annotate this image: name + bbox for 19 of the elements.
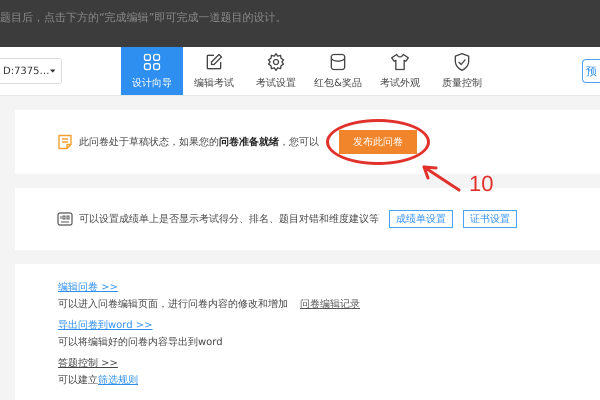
action-description: 可以建立 (58, 375, 98, 387)
action-link[interactable]: 答题控制 >> (58, 358, 118, 370)
scoreboard-icon (57, 211, 73, 227)
grid-icon (142, 52, 162, 72)
guide-hint: 题目后，点击下方的“完成编辑”即可完成一道题目的设计。 (0, 11, 286, 24)
shirt-icon (390, 52, 410, 72)
pencil-square-icon (204, 52, 224, 72)
caret-icon (50, 69, 55, 73)
draft-message: 此问卷处于草稿状态，如果您的问卷准备就绪，您可以 (79, 136, 319, 149)
action-description: 可以将编辑好的问卷内容导出到word (58, 337, 223, 349)
annotation-number: 10 (469, 171, 494, 197)
gear-icon (266, 52, 286, 72)
note-icon (57, 134, 73, 150)
shield-check-icon (452, 52, 472, 72)
edit-history-link[interactable]: 问卷编辑记录 (300, 299, 360, 311)
bag-icon (328, 52, 348, 72)
report-message: 可以设置成绩单上是否显示考试得分、排名、题目对错和维度建议等 (79, 212, 379, 226)
survey-select[interactable]: D:7375… (0, 58, 62, 84)
action-description: 可以进入问卷编辑页面，进行问卷内容的修改和增加 (58, 299, 288, 311)
